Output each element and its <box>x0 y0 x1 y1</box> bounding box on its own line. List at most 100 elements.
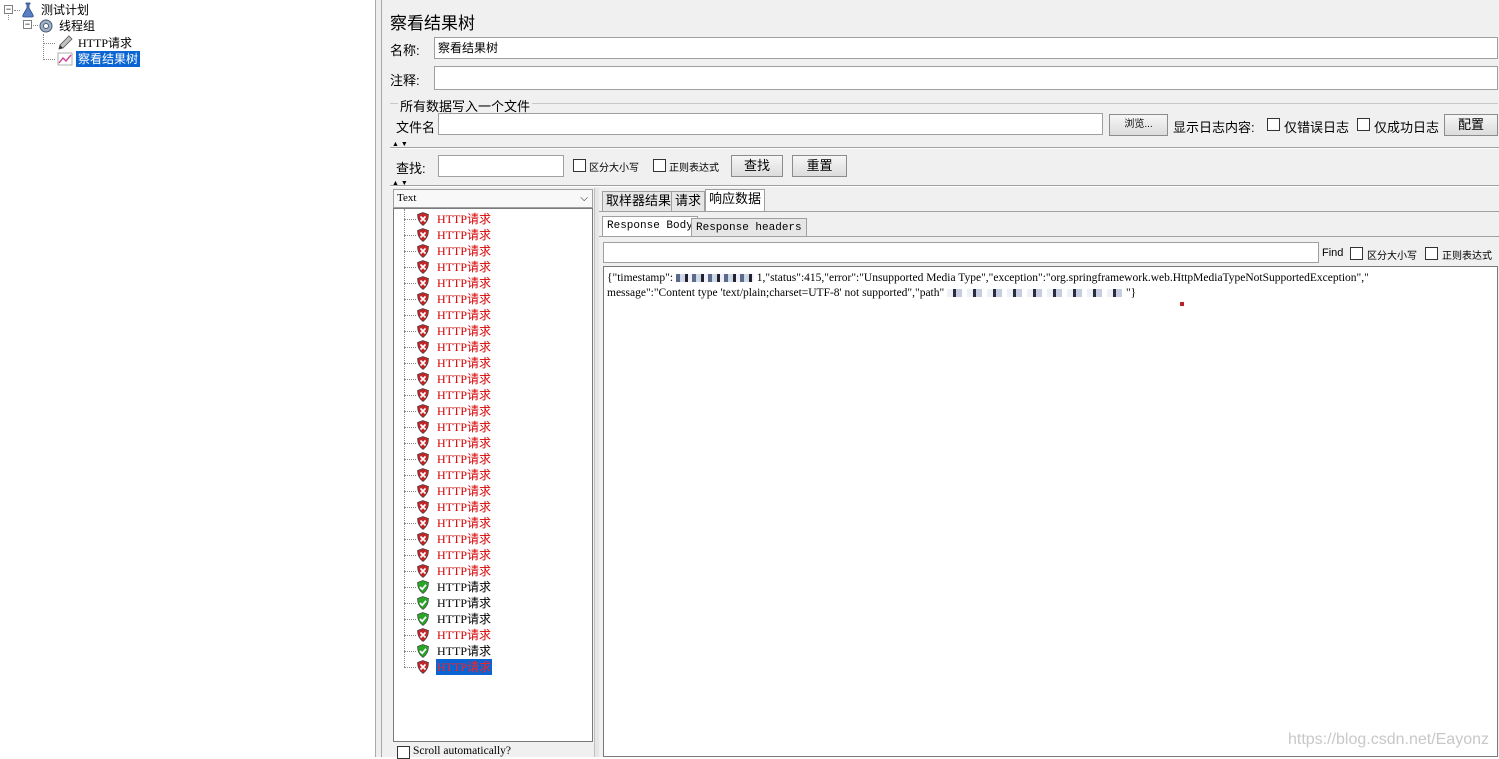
list-item[interactable]: HTTP请求 <box>394 531 592 547</box>
response-body-text[interactable]: {"timestamp": 1,"status":415,"error":"Un… <box>603 266 1498 757</box>
list-item[interactable]: HTTP请求 <box>394 211 592 227</box>
list-item-label: HTTP请求 <box>437 564 492 578</box>
list-item[interactable]: HTTP请求 <box>394 435 592 451</box>
list-item[interactable]: HTTP请求 <box>394 307 592 323</box>
subtab-response-body[interactable]: Response Body <box>602 216 698 236</box>
error-shield-icon <box>417 244 429 258</box>
list-item-label: HTTP请求 <box>437 228 492 242</box>
list-item-label: HTTP请求 <box>437 372 492 386</box>
error-shield-icon <box>417 436 429 450</box>
config-button[interactable]: 配置 <box>1444 114 1498 136</box>
errors-only-checkbox[interactable] <box>1267 118 1280 131</box>
list-item[interactable]: HTTP请求 <box>394 259 592 275</box>
error-shield-icon <box>417 516 429 530</box>
name-label: 名称: <box>390 43 420 58</box>
list-item[interactable]: HTTP请求 <box>394 291 592 307</box>
case-sensitive-label: 区分大小写 <box>589 163 639 174</box>
list-item-label: HTTP请求 <box>437 308 492 322</box>
response-find-label: Find <box>1322 247 1344 259</box>
response-case-sensitive-checkbox[interactable] <box>1350 247 1363 260</box>
list-item[interactable]: HTTP请求 <box>394 563 592 579</box>
reset-button[interactable]: 重置 <box>792 155 847 177</box>
tab-request[interactable]: 请求 <box>671 191 706 211</box>
list-item[interactable]: HTTP请求 <box>394 627 592 643</box>
name-input[interactable]: 察看结果树 <box>434 37 1498 59</box>
error-shield-icon <box>417 308 429 322</box>
errors-only-label: 仅错误日志 <box>1284 120 1350 135</box>
error-shield-icon <box>417 420 429 434</box>
list-item-label: HTTP请求 <box>437 420 492 434</box>
list-item[interactable]: HTTP请求 <box>394 403 592 419</box>
subtab-response-headers[interactable]: Response headers <box>691 218 807 236</box>
list-item[interactable]: HTTP请求 <box>394 611 592 627</box>
find-button[interactable]: 查找 <box>731 155 783 177</box>
tree-item-thread-group[interactable]: 线程组 <box>57 18 97 34</box>
renderer-selected-value: Text <box>397 192 417 204</box>
success-only-checkbox[interactable] <box>1357 118 1370 131</box>
list-item[interactable]: HTTP请求 <box>394 227 592 243</box>
split-divider[interactable] <box>390 147 1499 149</box>
regex-checkbox[interactable] <box>653 159 666 172</box>
list-item[interactable]: HTTP请求 <box>394 355 592 371</box>
view-results-tree-panel: 察看结果树 名称: 察看结果树 注释: 所有数据写入一个文件 文件名 浏览...… <box>382 0 1499 759</box>
response-line-1: {"timestamp": 1,"status":415,"error":"Un… <box>607 272 1369 284</box>
list-item[interactable]: HTTP请求 <box>394 387 592 403</box>
error-shield-icon <box>417 228 429 242</box>
list-item[interactable]: HTTP请求 <box>394 323 592 339</box>
graph-icon <box>57 52 73 66</box>
list-item[interactable]: HTTP请求 <box>394 451 592 467</box>
collapse-test-plan-toggle[interactable]: − <box>4 5 13 14</box>
case-sensitive-checkbox[interactable] <box>573 159 586 172</box>
scroll-automatically-checkbox[interactable] <box>397 746 410 759</box>
panel-title: 察看结果树 <box>390 14 475 33</box>
tree-item-test-plan[interactable]: 测试计划 <box>39 2 91 18</box>
search-input[interactable] <box>438 155 564 177</box>
list-item[interactable]: HTTP请求 <box>394 243 592 259</box>
test-plan-tree[interactable]: − 测试计划 − 线程组 HTTP请求 察看结果树 <box>0 0 376 757</box>
browse-button[interactable]: 浏览... <box>1109 114 1168 136</box>
redacted-value <box>947 289 1124 298</box>
error-shield-icon <box>417 532 429 546</box>
error-shield-icon <box>417 404 429 418</box>
comment-input[interactable] <box>434 66 1498 90</box>
list-item[interactable]: HTTP请求 <box>394 659 592 675</box>
success-only-label: 仅成功日志 <box>1374 120 1440 135</box>
list-item[interactable]: HTTP请求 <box>394 579 592 595</box>
list-item[interactable]: HTTP请求 <box>394 419 592 435</box>
list-item[interactable]: HTTP请求 <box>394 547 592 563</box>
error-shield-icon <box>417 356 429 370</box>
tab-sampler-result[interactable]: 取样器结果 <box>602 191 676 211</box>
list-item[interactable]: HTTP请求 <box>394 371 592 387</box>
response-find-input[interactable] <box>603 242 1319 263</box>
tree-item-http-request[interactable]: HTTP请求 <box>76 35 134 51</box>
split-divider[interactable] <box>390 185 1499 187</box>
list-item[interactable]: HTTP请求 <box>394 499 592 515</box>
error-shield-icon <box>417 500 429 514</box>
renderer-select[interactable]: Text ⌵ <box>393 189 593 208</box>
sample-result-list[interactable]: HTTP请求 HTTP请求 HTTP请求 HTTP请求 HTTP请求 HTTP请求 HTTP… <box>393 208 593 742</box>
results-splitter[interactable] <box>594 188 599 757</box>
list-item[interactable]: HTTP请求 <box>394 467 592 483</box>
tree-item-view-results-tree[interactable]: 察看结果树 <box>76 51 141 67</box>
response-regex-checkbox[interactable] <box>1425 247 1438 260</box>
list-item[interactable]: HTTP请求 <box>394 595 592 611</box>
collapse-thread-group-toggle[interactable]: − <box>23 20 32 29</box>
list-item-label: HTTP请求 <box>437 340 492 354</box>
filename-input[interactable] <box>438 113 1103 135</box>
list-item[interactable]: HTTP请求 <box>394 275 592 291</box>
list-item-label: HTTP请求 <box>437 596 492 610</box>
filename-label: 文件名 <box>396 120 436 135</box>
list-item[interactable]: HTTP请求 <box>394 515 592 531</box>
list-item[interactable]: HTTP请求 <box>394 483 592 499</box>
list-item[interactable]: HTTP请求 <box>394 339 592 355</box>
list-item[interactable]: HTTP请求 <box>394 643 592 659</box>
error-shield-icon <box>417 484 429 498</box>
list-item-label: HTTP请求 <box>437 484 492 498</box>
list-item-label: HTTP请求 <box>437 580 492 594</box>
log-content-label: 显示日志内容: <box>1173 120 1255 135</box>
response-case-sensitive-label: 区分大小写 <box>1367 251 1417 262</box>
tab-response-data[interactable]: 响应数据 <box>705 189 766 211</box>
error-shield-icon <box>417 548 429 562</box>
error-shield-icon <box>417 660 429 674</box>
success-shield-icon <box>417 580 429 594</box>
